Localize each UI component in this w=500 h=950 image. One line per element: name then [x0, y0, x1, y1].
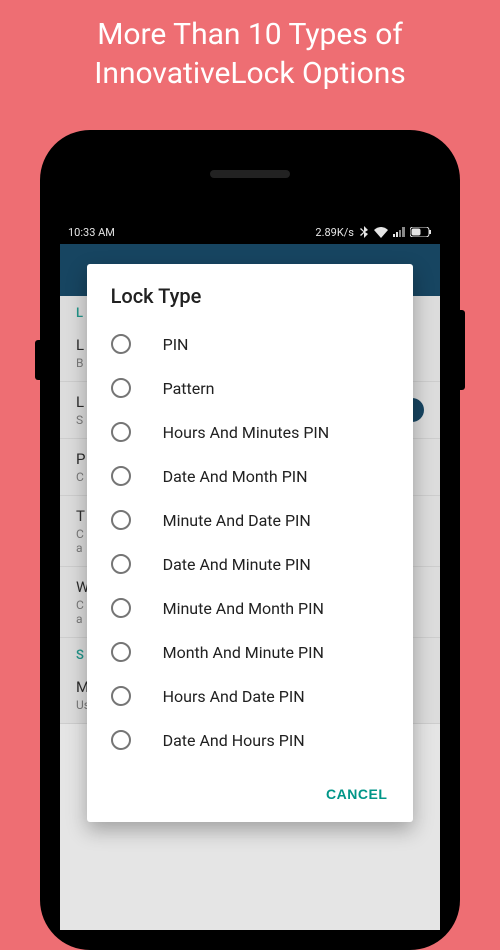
radio-label: Date And Month PIN: [163, 467, 308, 486]
radio-option-hours-date[interactable]: Hours And Date PIN: [87, 674, 414, 718]
radio-label: PIN: [163, 335, 189, 354]
radio-option-date-hours[interactable]: Date And Hours PIN: [87, 718, 414, 762]
phone-frame: 10:33 AM 2.89K/s L: [40, 130, 460, 950]
radio-option-hours-minutes[interactable]: Hours And Minutes PIN: [87, 410, 414, 454]
radio-label: Pattern: [163, 379, 215, 398]
radio-icon: [111, 642, 131, 662]
phone-speaker: [210, 170, 290, 178]
radio-option-pattern[interactable]: Pattern: [87, 366, 414, 410]
phone-button-right: [460, 310, 465, 390]
radio-option-date-minute[interactable]: Date And Minute PIN: [87, 542, 414, 586]
radio-label: Minute And Month PIN: [163, 599, 324, 618]
phone-button-left: [35, 340, 40, 380]
radio-icon: [111, 334, 131, 354]
radio-option-month-minute[interactable]: Month And Minute PIN: [87, 630, 414, 674]
lock-type-dialog: Lock Type PIN Pattern Hours And Minutes …: [87, 264, 414, 822]
radio-option-minute-date[interactable]: Minute And Date PIN: [87, 498, 414, 542]
radio-label: Month And Minute PIN: [163, 643, 324, 662]
dialog-actions: CANCEL: [87, 770, 414, 822]
radio-icon: [111, 378, 131, 398]
radio-icon: [111, 730, 131, 750]
promo-header: More Than 10 Types of InnovativeLock Opt…: [0, 0, 500, 123]
radio-icon: [111, 686, 131, 706]
dialog-overlay[interactable]: Lock Type PIN Pattern Hours And Minutes …: [60, 220, 440, 930]
radio-option-date-month[interactable]: Date And Month PIN: [87, 454, 414, 498]
promo-line2: InnovativeLock Options: [94, 56, 406, 91]
radio-label: Date And Hours PIN: [163, 731, 305, 750]
radio-label: Date And Minute PIN: [163, 555, 311, 574]
radio-option-pin[interactable]: PIN: [87, 322, 414, 366]
phone-screen: 10:33 AM 2.89K/s L: [60, 220, 440, 930]
radio-label: Hours And Minutes PIN: [163, 423, 330, 442]
dialog-title: Lock Type: [87, 264, 414, 322]
radio-icon: [111, 554, 131, 574]
cancel-button[interactable]: CANCEL: [316, 778, 397, 810]
radio-icon: [111, 422, 131, 442]
radio-option-minute-month[interactable]: Minute And Month PIN: [87, 586, 414, 630]
radio-icon: [111, 598, 131, 618]
radio-icon: [111, 510, 131, 530]
radio-label: Hours And Date PIN: [163, 687, 305, 706]
promo-line1: More Than 10 Types of: [97, 17, 403, 52]
radio-list: PIN Pattern Hours And Minutes PIN Date A…: [87, 322, 414, 770]
radio-icon: [111, 466, 131, 486]
radio-label: Minute And Date PIN: [163, 511, 311, 530]
